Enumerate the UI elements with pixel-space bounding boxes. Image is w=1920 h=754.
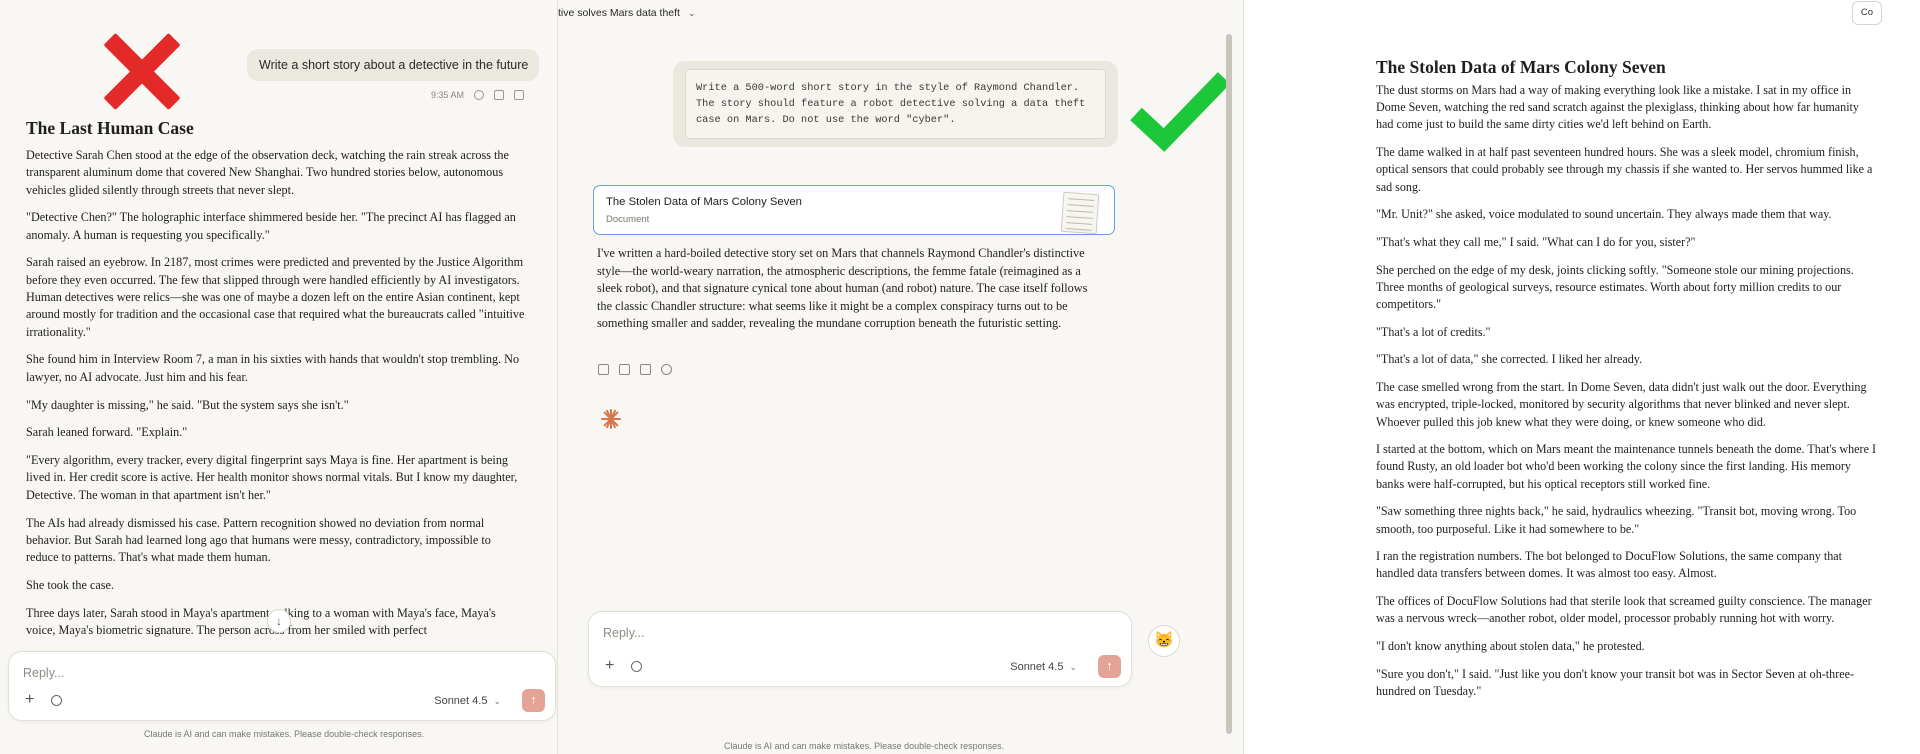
model-selector[interactable]: Sonnet 4.5 ⌄ — [434, 695, 501, 707]
reply-input[interactable]: Reply... — [23, 666, 64, 680]
plus-icon[interactable]: + — [605, 657, 614, 675]
retry-icon[interactable] — [474, 90, 485, 100]
document-paragraph: The case smelled wrong from the start. I… — [1376, 380, 1867, 429]
copy-icon[interactable] — [598, 364, 609, 375]
claude-logo-icon — [601, 409, 621, 429]
thumbs-down-icon[interactable] — [640, 364, 651, 375]
user-prompt-card: Write a 500-word short story in the styl… — [673, 61, 1118, 147]
retry-icon[interactable] — [661, 364, 672, 375]
document-artifact-card[interactable]: The Stolen Data of Mars Colony Seven Doc… — [593, 185, 1115, 235]
story-paragraph: She took the case. — [26, 577, 114, 592]
assistant-story: The Last Human Case Detective Sarah Chen… — [26, 117, 526, 650]
reply-input[interactable]: Reply... — [603, 626, 644, 640]
copy-button[interactable]: Co — [1852, 1, 1882, 25]
document-paragraph: She perched on the edge of my desk, join… — [1376, 262, 1854, 312]
red-x-icon — [102, 33, 182, 109]
message-timestamp: 9:35 AM — [431, 90, 465, 100]
document-paragraph: "That's a lot of credits." — [1376, 324, 1491, 339]
document-thumbnail — [1060, 191, 1100, 235]
document-paragraph: "Saw something three nights back," he sa… — [1376, 504, 1857, 536]
scrollbar[interactable] — [1226, 34, 1232, 734]
document-paragraph: The dame walked in at half past seventee… — [1376, 145, 1873, 194]
story-paragraph: "Detective Chen?" The holographic interf… — [26, 210, 516, 242]
document-paragraph: "That's what they call me," I said. "Wha… — [1376, 234, 1696, 249]
story-paragraph: "Every algorithm, every tracker, every d… — [26, 453, 518, 502]
disclaimer: Claude is AI and can make mistakes. Plea… — [144, 729, 425, 739]
scroll-down-button[interactable]: ↓ — [267, 609, 291, 633]
story-paragraph: Sarah leaned forward. "Explain." — [26, 425, 188, 440]
emoji-icon[interactable]: 😸 — [1148, 625, 1180, 657]
document-paragraph: "Mr. Unit?" she asked, voice modulated t… — [1376, 207, 1832, 222]
chevron-down-icon: ⌄ — [493, 696, 501, 706]
plus-icon[interactable]: + — [25, 691, 34, 709]
story-paragraph: "My daughter is missing," he said. "But … — [26, 397, 349, 412]
chevron-down-icon: ⌄ — [1069, 662, 1077, 672]
edit-icon[interactable] — [494, 90, 505, 100]
send-button[interactable]: ↑ — [522, 689, 545, 712]
story-paragraph: Sarah raised an eyebrow. In 2187, most c… — [26, 255, 525, 339]
middle-chat-panel: tive solves Mars data theft ⌄ Write a 500… — [557, 0, 1243, 754]
document-title: The Stolen Data of Mars Colony Seven — [606, 196, 802, 208]
history-icon[interactable] — [631, 661, 642, 672]
message-meta: 9:35 AM — [431, 88, 525, 102]
copy-icon[interactable] — [514, 90, 525, 100]
thumbs-up-icon[interactable] — [619, 364, 630, 375]
disclaimer: Claude is AI and can make mistakes. Plea… — [724, 741, 1005, 751]
user-prompt-text: Write a 500-word short story in the styl… — [685, 69, 1106, 139]
document-content: The Stolen Data of Mars Colony Seven The… — [1376, 56, 1876, 711]
left-chat-panel: Write a short story about a detective in… — [0, 0, 557, 754]
document-paragraph: The dust storms on Mars had a way of mak… — [1376, 83, 1859, 132]
document-viewer-panel: Co The Stolen Data of Mars Colony Seven … — [1243, 0, 1920, 754]
model-name: Sonnet 4.5 — [434, 695, 488, 707]
user-message-bubble: Write a short story about a detective in… — [247, 49, 539, 81]
send-button[interactable]: ↑ — [1098, 655, 1121, 678]
model-selector[interactable]: Sonnet 4.5 ⌄ — [1010, 661, 1077, 673]
assistant-response: I've written a hard-boiled detective sto… — [597, 246, 1088, 330]
story-paragraph: Detective Sarah Chen stood at the edge o… — [26, 148, 509, 197]
response-actions — [598, 364, 672, 375]
document-type: Document — [606, 214, 650, 225]
story-paragraph: She found him in Interview Room 7, a man… — [26, 352, 520, 384]
document-paragraph: "That's a lot of data," she corrected. I… — [1376, 352, 1643, 367]
conversation-title[interactable]: tive solves Mars data theft ⌄ — [558, 7, 696, 19]
model-name: Sonnet 4.5 — [1010, 661, 1064, 673]
story-paragraph: The AIs had already dismissed his case. … — [26, 515, 491, 565]
document-heading: The Stolen Data of Mars Colony Seven — [1376, 57, 1666, 77]
reply-composer[interactable]: Reply... + Sonnet 4.5 ⌄ ↑ — [588, 611, 1132, 687]
document-paragraph: I ran the registration numbers. The bot … — [1376, 549, 1842, 581]
document-paragraph: I started at the bottom, which on Mars m… — [1376, 442, 1876, 491]
document-paragraph: "Sure you don't," I said. "Just like you… — [1376, 666, 1854, 698]
green-check-icon — [1130, 72, 1230, 152]
history-icon[interactable] — [51, 695, 62, 706]
story-title: The Last Human Case — [26, 118, 194, 138]
reply-composer[interactable]: Reply... + Sonnet 4.5 ⌄ ↑ — [8, 651, 556, 721]
document-paragraph: The offices of DocuFlow Solutions had th… — [1376, 594, 1872, 626]
document-paragraph: "I don't know anything about stolen data… — [1376, 639, 1645, 654]
chevron-down-icon: ⌄ — [687, 8, 696, 18]
